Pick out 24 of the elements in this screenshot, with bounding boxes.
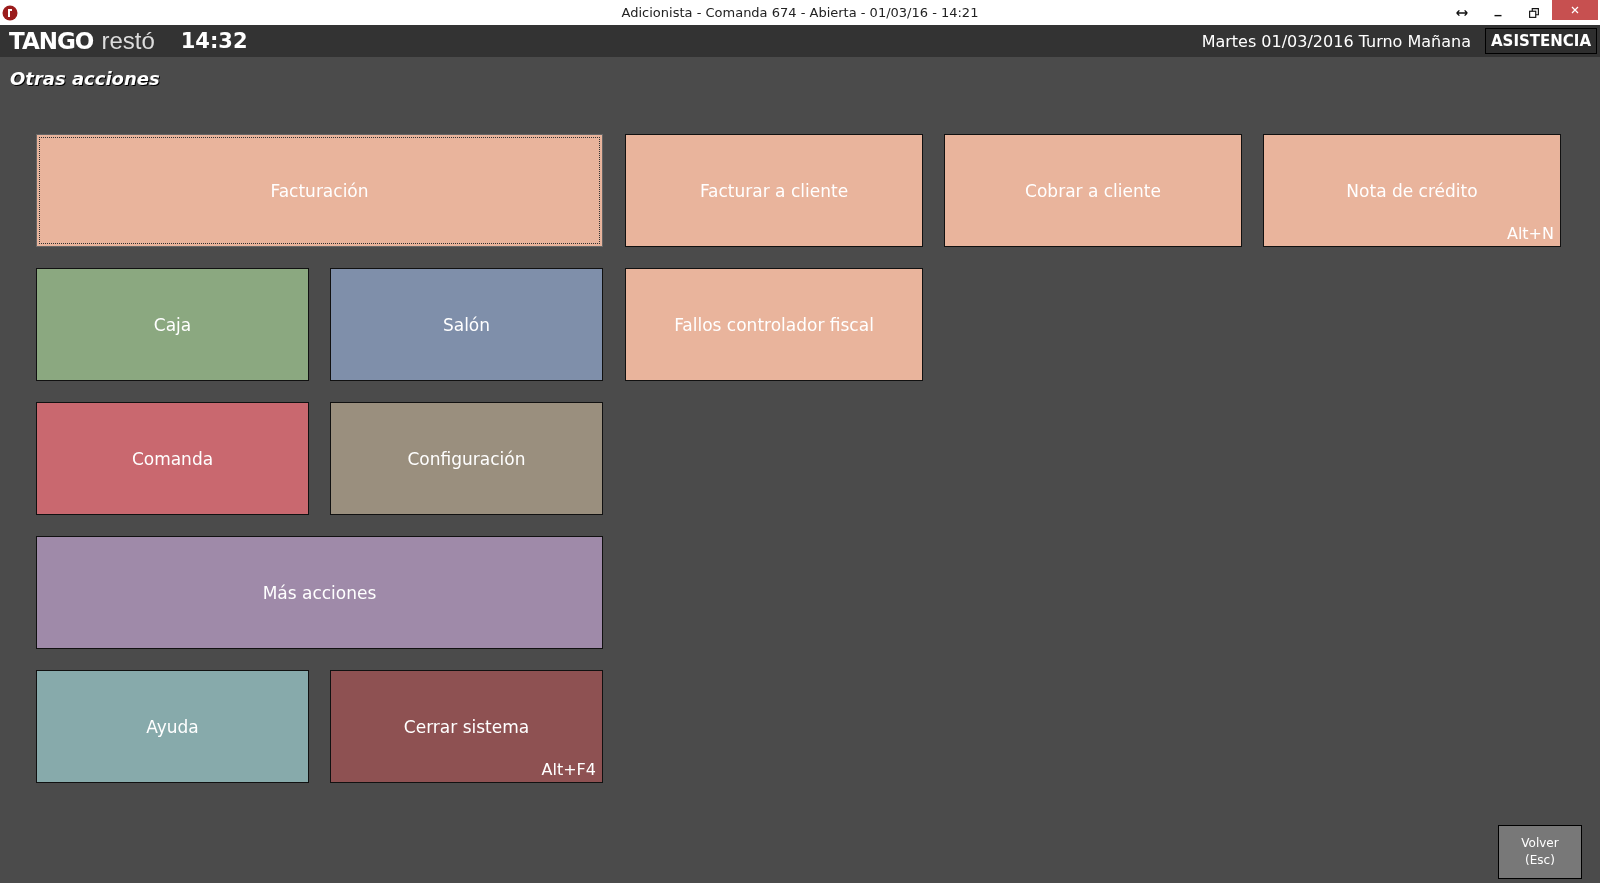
section-title: Otras acciones xyxy=(10,68,161,89)
logo-wordmark: TANGO xyxy=(9,28,94,54)
menu-tile[interactable]: Ayuda xyxy=(36,670,309,783)
menu-tile[interactable]: Facturación xyxy=(36,134,603,247)
menu-tile[interactable]: Configuración xyxy=(330,402,603,515)
restore-icon[interactable] xyxy=(1527,5,1541,20)
logo-subtitle: restó xyxy=(101,27,155,55)
submenu-tile[interactable]: Nota de crédito Alt+N xyxy=(1263,134,1561,247)
menu-tile[interactable]: Salón xyxy=(330,268,603,381)
submenu-tile[interactable]: Fallos controlador fiscal xyxy=(625,268,923,381)
date-shift-label: Martes 01/03/2016 Turno Mañana xyxy=(1201,31,1471,51)
back-button[interactable]: Volver (Esc) xyxy=(1498,825,1582,879)
submenu-tile[interactable]: Cobrar a cliente xyxy=(944,134,1242,247)
submenu-tile[interactable]: Facturar a cliente xyxy=(625,134,923,247)
clock-time: 14:32 xyxy=(180,29,248,53)
menu-tile[interactable]: Cerrar sistema Alt+F4 xyxy=(330,670,603,783)
close-icon xyxy=(1569,4,1581,16)
menu-tile[interactable]: Comanda xyxy=(36,402,309,515)
shortcut-label: Alt+F4 xyxy=(541,760,596,779)
assistance-button[interactable]: ASISTENCIA xyxy=(1484,28,1597,54)
window-title: Adicionista - Comanda 674 - Abierta - 01/03/16 - 14:21 xyxy=(621,5,979,20)
menu-tile[interactable]: Caja xyxy=(36,268,309,381)
menu-tile[interactable]: Más acciones xyxy=(36,536,603,649)
shortcut-label: Alt+N xyxy=(1506,224,1554,243)
